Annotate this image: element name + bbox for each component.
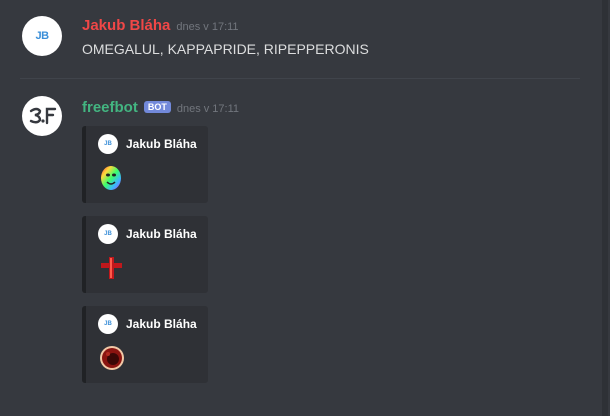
embed-author: JB Jakub Bláha [98,314,197,334]
timestamp: dnes v 17:11 [176,103,240,115]
embed-author-name: Jakub Bláha [126,137,197,151]
timestamp: dnes v 17:11 [176,21,239,33]
username[interactable]: Jakub Bláha [82,17,170,34]
bot-avatar[interactable] [22,96,62,136]
red-cross-emote-icon[interactable] [98,254,126,282]
embed-author-avatar: JB [98,134,118,154]
message-content: OMEGALUL, KAPPAPRIDE, RIPEPPERONIS [82,41,369,57]
embed-author: JB Jakub Bláha [98,134,197,154]
user-avatar[interactable]: JB [22,16,62,56]
scrollbar[interactable] [602,0,608,416]
embed-author-name: Jakub Bláha [126,227,197,241]
embed-author-name: Jakub Bláha [126,317,197,331]
embed-author: JB Jakub Bláha [98,224,197,244]
embed-author-avatar: JB [98,314,118,334]
rainbow-face-emote-icon[interactable] [98,164,126,192]
message-header: Jakub Bláha dnes v 17:11 [82,17,239,34]
embed: JB Jakub Bláha [82,216,208,293]
message-header: freefbot BOT dnes v 17:11 [82,99,239,116]
embed: JB Jakub Bláha [82,306,208,383]
bot-logo-icon [29,107,57,125]
embed-author-avatar: JB [98,224,118,244]
username[interactable]: freefbot [82,99,138,116]
bot-badge: BOT [143,101,171,113]
message-divider [20,78,580,79]
avatar-initials: JB [35,30,49,42]
pepperoni-emote-icon[interactable] [98,344,126,372]
embed: JB Jakub Bláha [82,126,208,203]
